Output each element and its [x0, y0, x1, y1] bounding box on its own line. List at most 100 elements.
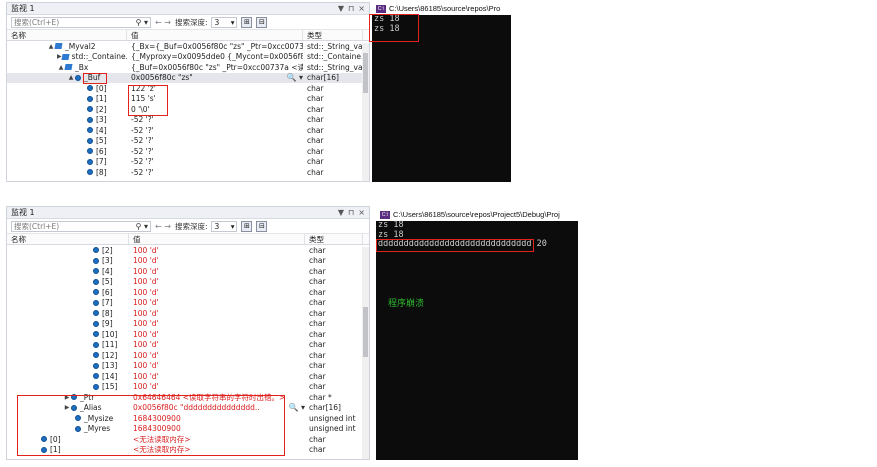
- table-row[interactable]: ▲ _Buf 0x0056f80c "zs" 🔍 ▾ char[16]: [7, 72, 369, 83]
- table-row[interactable]: [1] 115 's' char: [7, 94, 369, 105]
- table-row[interactable]: [4] -52 '?' char: [7, 125, 369, 136]
- column-value[interactable]: 值: [127, 30, 303, 40]
- value-cell[interactable]: 100 'd': [129, 267, 305, 276]
- table-row[interactable]: ▶ std::_Containe... {_Myproxy=0x0095dde0 {…: [7, 52, 369, 63]
- value-cell[interactable]: 122 'z': [127, 84, 303, 93]
- search-icon[interactable]: ⚲ ▾: [136, 18, 148, 27]
- value-cell[interactable]: 100 'd': [129, 351, 305, 360]
- value-cell[interactable]: -52 '?': [127, 126, 303, 135]
- scrollbar[interactable]: [362, 247, 369, 459]
- table-row[interactable]: [3] -52 '?' char: [7, 115, 369, 126]
- scroll-thumb[interactable]: [363, 307, 368, 357]
- value-cell[interactable]: 100 'd': [129, 256, 305, 265]
- value-cell[interactable]: 100 'd': [129, 246, 305, 255]
- value-cell[interactable]: 1684300900: [129, 424, 305, 433]
- expand-icon[interactable]: ⊟: [256, 16, 268, 28]
- table-row[interactable]: [0] <无法读取内存> char: [7, 434, 369, 445]
- value-cell[interactable]: -52 '?': [127, 168, 303, 177]
- expand-arrow-icon[interactable]: ▶: [63, 404, 71, 411]
- search-depth-select[interactable]: 3 ▾: [211, 220, 238, 232]
- table-row[interactable]: [6] 100 'd' char: [7, 287, 369, 298]
- value-cell[interactable]: -52 '?': [127, 115, 303, 124]
- search-depth-select[interactable]: 3 ▾: [211, 16, 238, 28]
- table-row[interactable]: [12] 100 'd' char: [7, 350, 369, 361]
- column-type[interactable]: 类型: [303, 30, 363, 40]
- value-cell[interactable]: 100 'd': [129, 309, 305, 318]
- table-row[interactable]: [11] 100 'd' char: [7, 340, 369, 351]
- nav-arrows-icon[interactable]: ← →: [155, 18, 171, 27]
- table-row[interactable]: [8] -52 '?' char: [7, 167, 369, 178]
- table-row[interactable]: [14] 100 'd' char: [7, 371, 369, 382]
- value-cell[interactable]: 100 'd': [129, 372, 305, 381]
- dropdown-icon[interactable]: ▼: [338, 208, 344, 217]
- table-row[interactable]: [8] 100 'd' char: [7, 308, 369, 319]
- table-row[interactable]: [5] 100 'd' char: [7, 277, 369, 288]
- value-cell[interactable]: 100 'd': [129, 277, 305, 286]
- table-row[interactable]: [2] 100 'd' char: [7, 245, 369, 256]
- value-cell[interactable]: -52 '?': [127, 157, 303, 166]
- expand-icon[interactable]: ⊟: [256, 220, 268, 232]
- value-cell[interactable]: 100 'd': [129, 288, 305, 297]
- value-cell[interactable]: 100 'd': [129, 382, 305, 391]
- table-row[interactable]: [9] 100 'd' char: [7, 319, 369, 330]
- scroll-thumb[interactable]: [363, 53, 368, 93]
- value-cell[interactable]: 0 '\0': [127, 105, 303, 114]
- table-row[interactable]: [4] 100 'd' char: [7, 266, 369, 277]
- table-row[interactable]: ▶ _Ptr 0x64646464 <读取字符串的字符时出错。> char *: [7, 392, 369, 403]
- value-cell[interactable]: 115 's': [127, 94, 303, 103]
- text-visualizer-icon[interactable]: 🔍 ▾: [288, 403, 305, 412]
- value-cell[interactable]: 0x64646464 <读取字符串的字符时出错。>: [129, 392, 305, 403]
- table-row[interactable]: [5] -52 '?' char: [7, 136, 369, 147]
- value-cell[interactable]: 100 'd': [129, 361, 305, 370]
- value-cell[interactable]: 0x0056f80c "zs" 🔍 ▾: [127, 73, 303, 82]
- value-cell[interactable]: 100 'd': [129, 330, 305, 339]
- table-row[interactable]: _Myres 1684300900 unsigned int: [7, 424, 369, 435]
- close-icon[interactable]: ×: [358, 208, 365, 217]
- value-cell[interactable]: {_Buf=0x0056f80c "zs" _Ptr=0xcc00737a <读…: [127, 62, 303, 73]
- field-icon: [71, 394, 77, 401]
- dropdown-icon[interactable]: ▼: [338, 4, 344, 13]
- close-icon[interactable]: ×: [358, 4, 365, 13]
- column-value[interactable]: 值: [129, 234, 305, 244]
- search-icon[interactable]: ⚲ ▾: [136, 222, 148, 231]
- text-visualizer-icon[interactable]: 🔍 ▾: [286, 73, 303, 82]
- pin-icon[interactable]: ⊓: [348, 208, 354, 217]
- value-cell[interactable]: 100 'd': [129, 298, 305, 307]
- value-cell[interactable]: 0x0056f80c "ddddddddddddddd.. 🔍 ▾: [129, 403, 305, 412]
- table-row[interactable]: [10] 100 'd' char: [7, 329, 369, 340]
- value-cell[interactable]: <无法读取内存>: [129, 444, 305, 455]
- table-row[interactable]: [1] <无法读取内存> char: [7, 445, 369, 456]
- table-row[interactable]: [7] -52 '?' char: [7, 157, 369, 168]
- table-row[interactable]: [15] 100 'd' char: [7, 382, 369, 393]
- table-row[interactable]: _Mysize 1684300900 unsigned int: [7, 413, 369, 424]
- nav-arrows-icon[interactable]: ← →: [155, 222, 171, 231]
- filter-icon[interactable]: ⊞: [241, 220, 253, 232]
- value-cell[interactable]: {_Myproxy=0x0095dde0 {_Mycont=0x0056f808…: [127, 52, 303, 61]
- value-cell[interactable]: <无法读取内存>: [129, 434, 305, 445]
- table-row[interactable]: ▶ _Alias 0x0056f80c "ddddddddddddddd.. 🔍 ▾ c…: [7, 403, 369, 414]
- pin-icon[interactable]: ⊓: [348, 4, 354, 13]
- column-type[interactable]: 类型: [305, 234, 363, 244]
- column-name[interactable]: 名称: [7, 30, 127, 40]
- table-row[interactable]: [3] 100 'd' char: [7, 256, 369, 267]
- table-row[interactable]: ▲ _Myval2 {_Bx={_Buf=0x0056f80c "zs" _Ptr=…: [7, 41, 369, 52]
- scrollbar[interactable]: [362, 43, 369, 181]
- expand-arrow-icon[interactable]: ▶: [63, 394, 71, 401]
- value-cell[interactable]: 100 'd': [129, 319, 305, 328]
- table-row[interactable]: [6] -52 '?' char: [7, 146, 369, 157]
- search-input[interactable]: 搜索(Ctrl+E) ⚲ ▾: [11, 16, 151, 28]
- table-row[interactable]: ▲ _Bx {_Buf=0x0056f80c "zs" _Ptr=0xcc00737…: [7, 62, 369, 73]
- collapse-arrow-icon[interactable]: ▲: [67, 74, 75, 81]
- table-row[interactable]: [2] 0 '\0' char: [7, 104, 369, 115]
- table-row[interactable]: [13] 100 'd' char: [7, 361, 369, 372]
- value-cell[interactable]: 1684300900: [129, 414, 305, 423]
- value-cell[interactable]: -52 '?': [127, 147, 303, 156]
- column-name[interactable]: 名称: [7, 234, 129, 244]
- filter-icon[interactable]: ⊞: [241, 16, 253, 28]
- value-cell[interactable]: -52 '?': [127, 136, 303, 145]
- table-row[interactable]: [0] 122 'z' char: [7, 83, 369, 94]
- value-cell[interactable]: {_Bx={_Buf=0x0056f80c "zs" _Ptr=0xcc0073…: [127, 41, 303, 52]
- value-cell[interactable]: 100 'd': [129, 340, 305, 349]
- search-input[interactable]: 搜索(Ctrl+E) ⚲ ▾: [11, 220, 151, 232]
- table-row[interactable]: [7] 100 'd' char: [7, 298, 369, 309]
